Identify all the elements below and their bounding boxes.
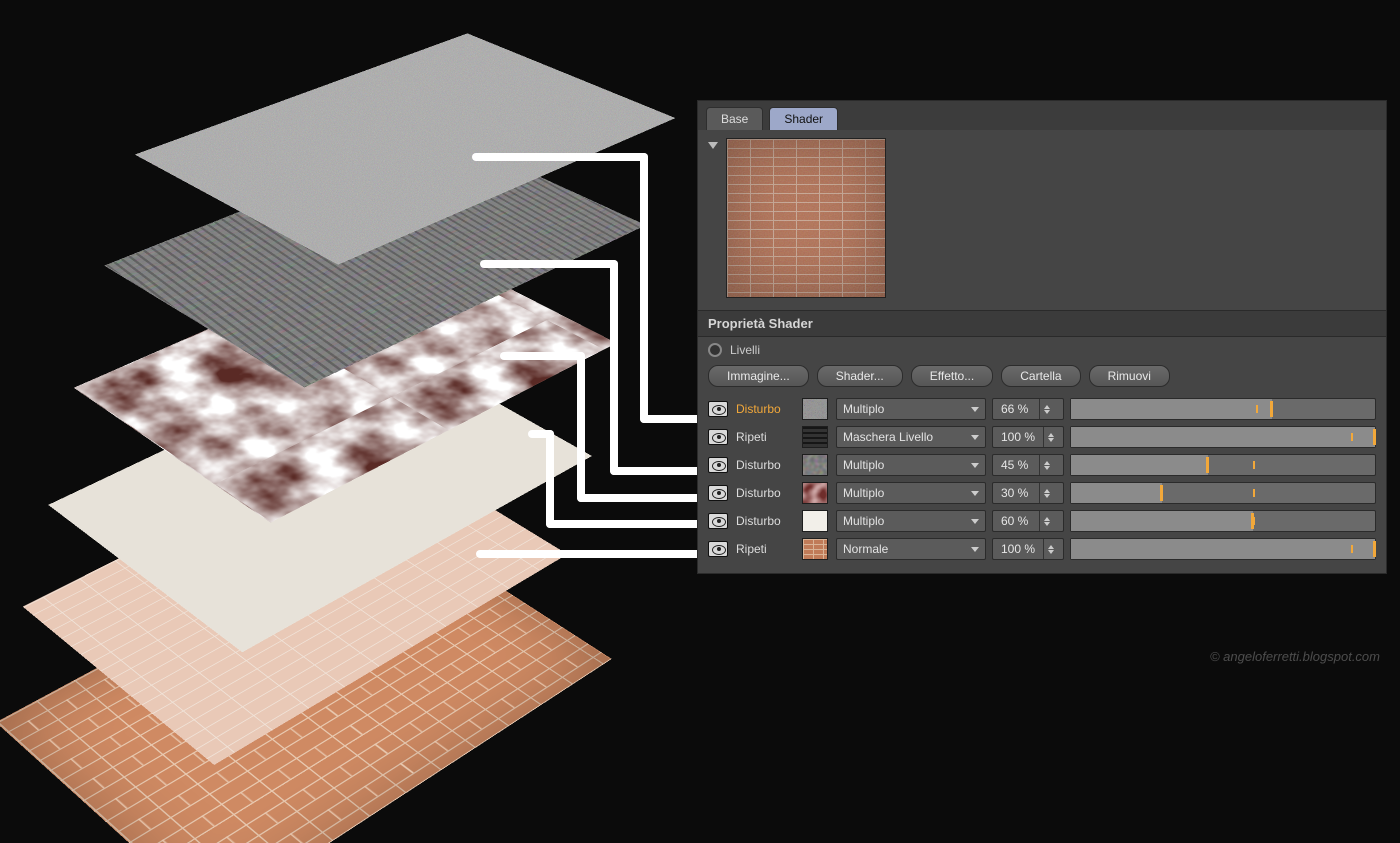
layer-name[interactable]: Disturbo — [736, 486, 796, 500]
tab-shader[interactable]: Shader — [769, 107, 838, 130]
layer-thumbnail[interactable] — [802, 398, 828, 420]
tab-bar: Base Shader — [698, 101, 1386, 130]
radio-livelli[interactable] — [708, 343, 722, 357]
spinner-arrows-icon[interactable] — [1039, 455, 1053, 475]
opacity-spinner[interactable]: 30 % — [992, 482, 1064, 504]
layer-row[interactable]: Ripeti Normale 100 % — [708, 535, 1376, 563]
opacity-slider[interactable] — [1070, 510, 1376, 532]
button-row: Immagine... Shader... Effetto... Cartell… — [698, 363, 1386, 395]
layer-row[interactable]: Disturbo Multiplo 66 % — [708, 395, 1376, 423]
visibility-toggle-icon[interactable] — [708, 485, 728, 501]
spinner-arrows-icon[interactable] — [1039, 483, 1053, 503]
layer-thumbnail[interactable] — [802, 538, 828, 560]
layer-name[interactable]: Ripeti — [736, 542, 796, 556]
cartella-button[interactable]: Cartella — [1001, 365, 1080, 387]
immagine-button[interactable]: Immagine... — [708, 365, 809, 387]
layer-list: Disturbo Multiplo 66 % Ripeti Maschera Livel… — [698, 395, 1386, 573]
blend-mode-select[interactable]: Multiplo — [836, 398, 986, 420]
chevron-down-icon — [971, 463, 979, 468]
opacity-slider[interactable] — [1070, 538, 1376, 560]
opacity-slider[interactable] — [1070, 482, 1376, 504]
layer-thumbnail[interactable] — [802, 454, 828, 476]
visibility-toggle-icon[interactable] — [708, 541, 728, 557]
chevron-down-icon — [971, 547, 979, 552]
layer-name[interactable]: Disturbo — [736, 514, 796, 528]
layer-name[interactable]: Disturbo — [736, 458, 796, 472]
chevron-down-icon — [971, 519, 979, 524]
disclosure-triangle-icon[interactable] — [708, 142, 718, 149]
layer-name[interactable]: Disturbo — [736, 402, 796, 416]
layer-row[interactable]: Ripeti Maschera Livello 100 % — [708, 423, 1376, 451]
opacity-spinner[interactable]: 66 % — [992, 398, 1064, 420]
shader-button[interactable]: Shader... — [817, 365, 903, 387]
shader-preview[interactable] — [726, 138, 886, 298]
rimuovi-button[interactable]: Rimuovi — [1089, 365, 1170, 387]
opacity-slider[interactable] — [1070, 454, 1376, 476]
opacity-spinner[interactable]: 100 % — [992, 538, 1064, 560]
layer-thumbnail[interactable] — [802, 510, 828, 532]
opacity-slider[interactable] — [1070, 426, 1376, 448]
tab-base[interactable]: Base — [706, 107, 763, 130]
visibility-toggle-icon[interactable] — [708, 401, 728, 417]
spinner-arrows-icon[interactable] — [1043, 539, 1057, 559]
shader-panel: Base Shader Proprietà Shader Livelli Imm… — [697, 100, 1387, 574]
layer-thumbnail[interactable] — [802, 426, 828, 448]
radio-livelli-label: Livelli — [730, 343, 760, 357]
blend-mode-select[interactable]: Maschera Livello — [836, 426, 986, 448]
blend-mode-select[interactable]: Multiplo — [836, 482, 986, 504]
opacity-slider[interactable] — [1070, 398, 1376, 420]
visibility-toggle-icon[interactable] — [708, 513, 728, 529]
effetto-button[interactable]: Effetto... — [911, 365, 993, 387]
visibility-toggle-icon[interactable] — [708, 429, 728, 445]
credit-text: © angeloferretti.blogspot.com — [1210, 649, 1380, 664]
opacity-spinner[interactable]: 45 % — [992, 454, 1064, 476]
spinner-arrows-icon[interactable] — [1039, 399, 1053, 419]
blend-mode-select[interactable]: Normale — [836, 538, 986, 560]
layer-row[interactable]: Disturbo Multiplo 45 % — [708, 451, 1376, 479]
section-title: Proprietà Shader — [698, 310, 1386, 337]
spinner-arrows-icon[interactable] — [1043, 427, 1057, 447]
visibility-toggle-icon[interactable] — [708, 457, 728, 473]
layer-stack-illustration — [0, 0, 700, 742]
layer-name[interactable]: Ripeti — [736, 430, 796, 444]
layer-thumbnail[interactable] — [802, 482, 828, 504]
blend-mode-select[interactable]: Multiplo — [836, 510, 986, 532]
blend-mode-select[interactable]: Multiplo — [836, 454, 986, 476]
spinner-arrows-icon[interactable] — [1039, 511, 1053, 531]
opacity-spinner[interactable]: 60 % — [992, 510, 1064, 532]
layer-row[interactable]: Disturbo Multiplo 60 % — [708, 507, 1376, 535]
chevron-down-icon — [971, 407, 979, 412]
chevron-down-icon — [971, 435, 979, 440]
opacity-spinner[interactable]: 100 % — [992, 426, 1064, 448]
layer-row[interactable]: Disturbo Multiplo 30 % — [708, 479, 1376, 507]
chevron-down-icon — [971, 491, 979, 496]
